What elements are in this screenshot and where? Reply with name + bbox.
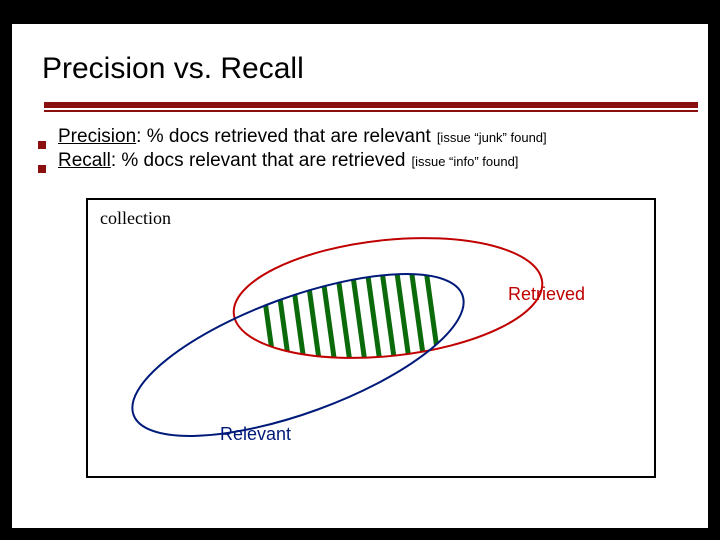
bullet-text: Precision: % docs retrieved that are rel… [58, 126, 431, 148]
bullet-annotation: [issue “info” found] [411, 154, 518, 169]
divider-thick [44, 102, 698, 108]
bullet-text: Recall: % docs relevant that are retriev… [58, 150, 405, 172]
bullet-term: Recall [58, 150, 111, 171]
bullet-icon [38, 165, 46, 173]
bullet-recall: Recall: % docs relevant that are retriev… [38, 150, 698, 172]
retrieved-label: Retrieved [508, 284, 585, 305]
bullet-term: Precision [58, 126, 136, 147]
bullet-rest: : % docs relevant that are retrieved [111, 150, 406, 171]
bullet-icon [38, 141, 46, 149]
bullet-precision: Precision: % docs retrieved that are rel… [38, 126, 698, 148]
bullet-rest: : % docs retrieved that are relevant [136, 126, 431, 147]
divider-thin [44, 110, 698, 112]
venn-figure: collection [86, 198, 656, 478]
page-title: Precision vs. Recall [42, 52, 304, 86]
relevant-ellipse [114, 241, 483, 470]
bullet-annotation: [issue “junk” found] [437, 130, 547, 145]
slide: Precision vs. Recall Precision: % docs r… [12, 24, 708, 528]
venn-svg [88, 200, 658, 480]
relevant-label: Relevant [220, 424, 291, 445]
bullet-list: Precision: % docs retrieved that are rel… [38, 126, 698, 174]
